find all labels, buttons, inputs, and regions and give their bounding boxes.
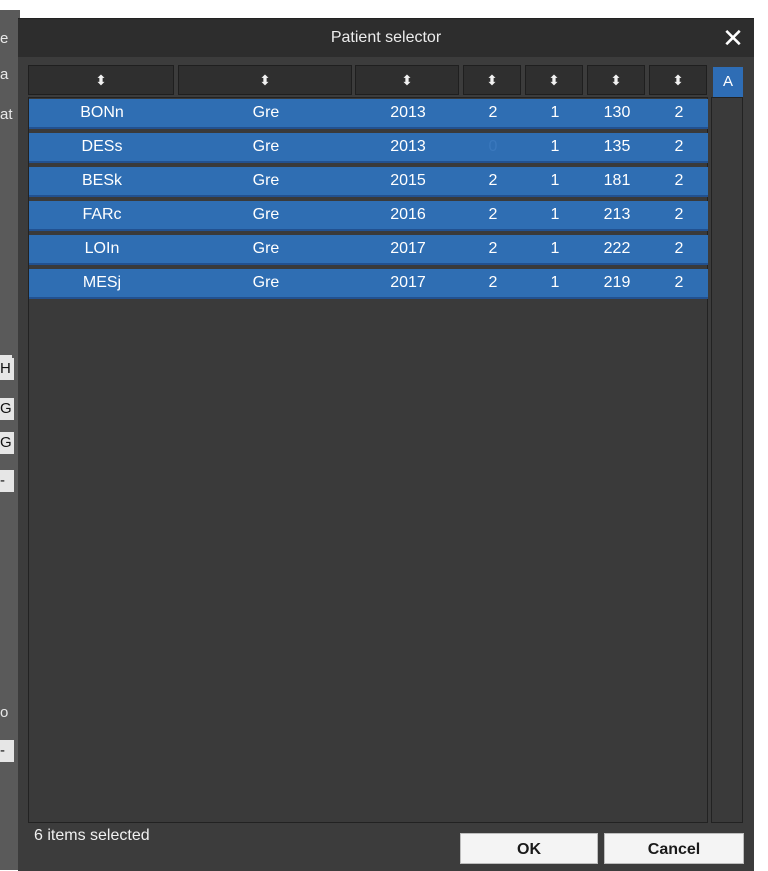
value-cell: 181 <box>603 172 631 189</box>
patient-code-cell: DESs <box>81 138 123 155</box>
background-text: a <box>0 66 9 83</box>
value-cell: 2 <box>674 104 684 121</box>
site-cell: Gre <box>252 274 280 291</box>
table-row[interactable]: FARc Gre 2016 2 1 213 2 <box>29 201 708 231</box>
scrollbar-track[interactable] <box>711 97 743 823</box>
value-cell: 0 <box>488 138 498 155</box>
cancel-button[interactable]: Cancel <box>604 833 744 864</box>
value-cell: 219 <box>603 274 631 291</box>
site-cell: Gre <box>252 240 280 257</box>
close-icon[interactable]: ✕ <box>718 23 748 53</box>
patient-code-cell: FARc <box>82 206 122 223</box>
value-cell: 1 <box>550 206 560 223</box>
value-cell: 1 <box>550 240 560 257</box>
value-cell: 2 <box>674 206 684 223</box>
table-row[interactable]: BESk Gre 2015 2 1 181 2 <box>29 167 708 197</box>
title-bar: Patient selector ✕ <box>18 19 754 57</box>
sort-icon[interactable]: ⬍ <box>355 65 459 95</box>
patient-selector-dialog: Patient selector ✕ ⬍ ⬍ ⬍ ⬍ ⬍ ⬍ ⬍ A BONn … <box>18 18 754 871</box>
value-cell: 135 <box>603 138 631 155</box>
table-row[interactable]: BONn Gre 2013 2 1 130 2 <box>29 99 708 129</box>
value-cell: 2 <box>488 274 498 291</box>
selection-status: 6 items selected <box>34 827 150 844</box>
value-cell: 1 <box>550 274 560 291</box>
year-cell: 2016 <box>390 206 426 223</box>
value-cell: 2 <box>674 274 684 291</box>
sort-icon[interactable]: ⬍ <box>649 65 707 95</box>
site-cell: Gre <box>252 104 280 121</box>
table-row[interactable]: LOIn Gre 2017 2 1 222 2 <box>29 235 708 265</box>
sort-icon[interactable]: ⬍ <box>587 65 645 95</box>
value-cell: 213 <box>603 206 631 223</box>
patient-code-cell: BESk <box>81 172 122 189</box>
site-cell: Gre <box>252 172 280 189</box>
sort-icon[interactable]: ⬍ <box>463 65 521 95</box>
year-cell: 2017 <box>390 274 426 291</box>
value-cell: 2 <box>674 172 684 189</box>
year-cell: 2015 <box>390 172 426 189</box>
table-row[interactable]: DESs Gre 2013 0 1 135 2 <box>29 133 708 163</box>
year-cell: 2017 <box>390 240 426 257</box>
background-window: e a at H G G - o - <box>0 0 20 870</box>
year-cell: 2013 <box>390 104 426 121</box>
background-text: G <box>0 398 14 420</box>
value-cell: 1 <box>550 104 560 121</box>
value-cell: 2 <box>488 172 498 189</box>
site-cell: Gre <box>252 206 280 223</box>
background-text: o <box>0 704 9 721</box>
value-cell: 2 <box>674 138 684 155</box>
value-cell: 2 <box>488 104 498 121</box>
background-text: e <box>0 30 9 47</box>
background-text: H <box>0 358 14 380</box>
value-cell: 2 <box>674 240 684 257</box>
year-cell: 2013 <box>390 138 426 155</box>
background-text: - <box>0 740 14 762</box>
sort-icon[interactable]: ⬍ <box>525 65 583 95</box>
table-row[interactable]: MESj Gre 2017 2 1 219 2 <box>29 269 708 299</box>
background-text: - <box>0 470 14 492</box>
site-cell: Gre <box>252 138 280 155</box>
value-cell: 2 <box>488 240 498 257</box>
sort-icon[interactable]: ⬍ <box>28 65 174 95</box>
value-cell: 1 <box>550 172 560 189</box>
value-cell: 1 <box>550 138 560 155</box>
value-cell: 2 <box>488 206 498 223</box>
dialog-title: Patient selector <box>330 29 442 46</box>
background-text: G <box>0 432 14 454</box>
auto-button[interactable]: A <box>713 67 743 97</box>
value-cell: 222 <box>603 240 631 257</box>
patient-code-cell: BONn <box>80 104 124 121</box>
ok-button[interactable]: OK <box>460 833 598 864</box>
patient-code-cell: LOIn <box>84 240 120 257</box>
patient-code-cell: MESj <box>82 274 122 291</box>
value-cell: 130 <box>603 104 631 121</box>
background-text: at <box>0 106 13 123</box>
sort-icon[interactable]: ⬍ <box>178 65 352 95</box>
